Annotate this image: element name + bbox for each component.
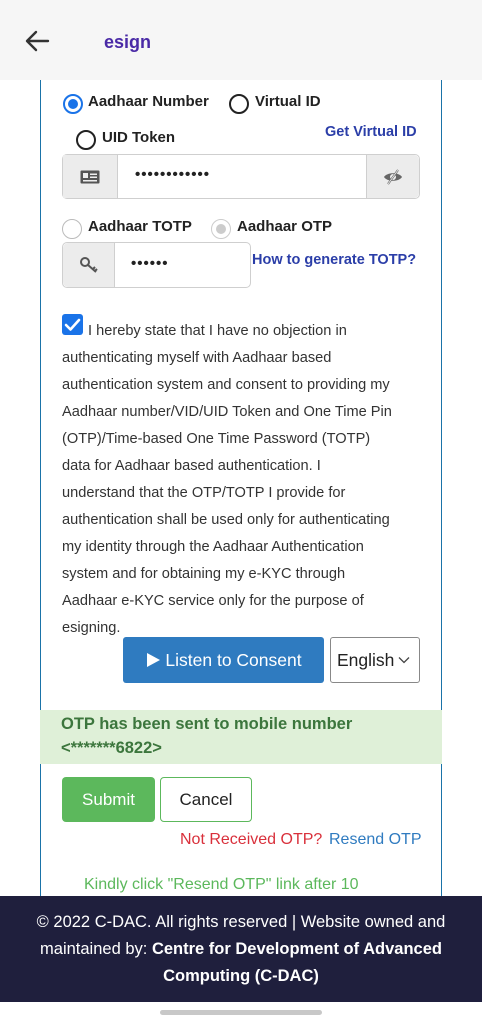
eye-slash-icon[interactable]: [383, 168, 403, 185]
consent-line: I hereby state that I have no objection …: [88, 323, 347, 339]
consent-line: my identity through the Aadhaar Authenti…: [62, 539, 364, 555]
consent-text: I hereby state that I have no objection …: [62, 318, 422, 642]
not-received-otp-text: Not Received OTP?: [180, 831, 323, 848]
language-select[interactable]: English: [330, 637, 420, 683]
listen-to-consent-label: Listen to Consent: [165, 649, 302, 670]
aadhaar-number-value: ••••••••••••: [135, 166, 211, 183]
consent-line: authentication shall be used only for au…: [62, 512, 390, 528]
radio-label-aadhaar-totp[interactable]: Aadhaar TOTP: [88, 218, 192, 235]
footer-maintained-prefix: maintained by:: [40, 940, 152, 958]
radio-virtual-id[interactable]: [229, 94, 249, 114]
consent-line: authenticating myself with Aadhaar based: [62, 350, 332, 366]
id-card-icon: [80, 170, 100, 183]
home-indicator[interactable]: [160, 1010, 322, 1015]
how-to-generate-totp-link[interactable]: How to generate TOTP?: [252, 252, 416, 268]
radio-aadhaar-number[interactable]: [63, 94, 83, 114]
otp-masked-number: <*******6822>: [61, 739, 162, 757]
consent-line: system and for obtaining my e-KYC throug…: [62, 566, 346, 582]
chevron-down-icon: [398, 657, 410, 664]
get-virtual-id-link[interactable]: Get Virtual ID: [325, 124, 417, 140]
radio-label-aadhaar-number[interactable]: Aadhaar Number: [88, 93, 209, 110]
footer-org-name: Centre for Development of Advanced: [151, 940, 442, 958]
key-addon: [63, 243, 115, 287]
language-value: English: [337, 649, 395, 670]
consent-line: data for Aadhaar based authentication. I: [62, 458, 321, 474]
otp-field[interactable]: ••••••: [62, 242, 251, 288]
back-arrow-icon[interactable]: [24, 28, 50, 54]
submit-button[interactable]: Submit: [62, 777, 155, 822]
otp-sent-alert: OTP has been sent to mobile number <****…: [40, 710, 442, 764]
listen-to-consent-button[interactable]: Listen to Consent: [123, 637, 324, 683]
consent-line: Aadhaar number/VID/UID Token and One Tim…: [62, 404, 392, 420]
toggle-visibility-button[interactable]: [366, 155, 419, 198]
key-icon: [79, 257, 98, 273]
footer: © 2022 C-DAC. All rights reserved | Webs…: [0, 896, 482, 1002]
app-bar: esign: [0, 0, 482, 80]
footer-copyright: © 2022 C-DAC. All rights reserved | Webs…: [36, 913, 446, 931]
radio-label-virtual-id[interactable]: Virtual ID: [255, 93, 321, 110]
otp-value: ••••••: [131, 255, 169, 272]
resend-hint-text: Kindly click "Resend OTP" link after 10: [84, 876, 359, 893]
resend-otp-link[interactable]: Resend OTP: [329, 831, 421, 849]
radio-label-uid-token[interactable]: UID Token: [102, 129, 175, 146]
footer-org-abbrev: Computing (C-DAC): [163, 967, 319, 985]
radio-aadhaar-otp[interactable]: [211, 219, 231, 239]
radio-uid-token[interactable]: [76, 130, 96, 150]
page-title: esign: [104, 32, 152, 52]
cancel-button[interactable]: Cancel: [160, 777, 252, 822]
footer-maintained-line: maintained by: Centre for Development of…: [0, 936, 482, 963]
play-icon: [147, 653, 161, 667]
consent-line: (OTP)/Time-based One Time Password (TOTP…: [62, 431, 371, 447]
radio-label-aadhaar-otp[interactable]: Aadhaar OTP: [237, 218, 332, 235]
consent-line: understand that the OTP/TOTP I provide f…: [62, 485, 346, 501]
footer-org-name-cont: Computing (C-DAC): [0, 963, 482, 990]
consent-line: Aadhaar e-KYC service only for the purpo…: [62, 593, 364, 609]
consent-line: authentication system and consent to pro…: [62, 377, 390, 393]
id-card-addon: [63, 155, 118, 198]
aadhaar-number-field[interactable]: ••••••••••••: [62, 154, 420, 199]
otp-sent-message: OTP has been sent to mobile number: [61, 715, 353, 733]
radio-aadhaar-totp[interactable]: [62, 219, 82, 239]
